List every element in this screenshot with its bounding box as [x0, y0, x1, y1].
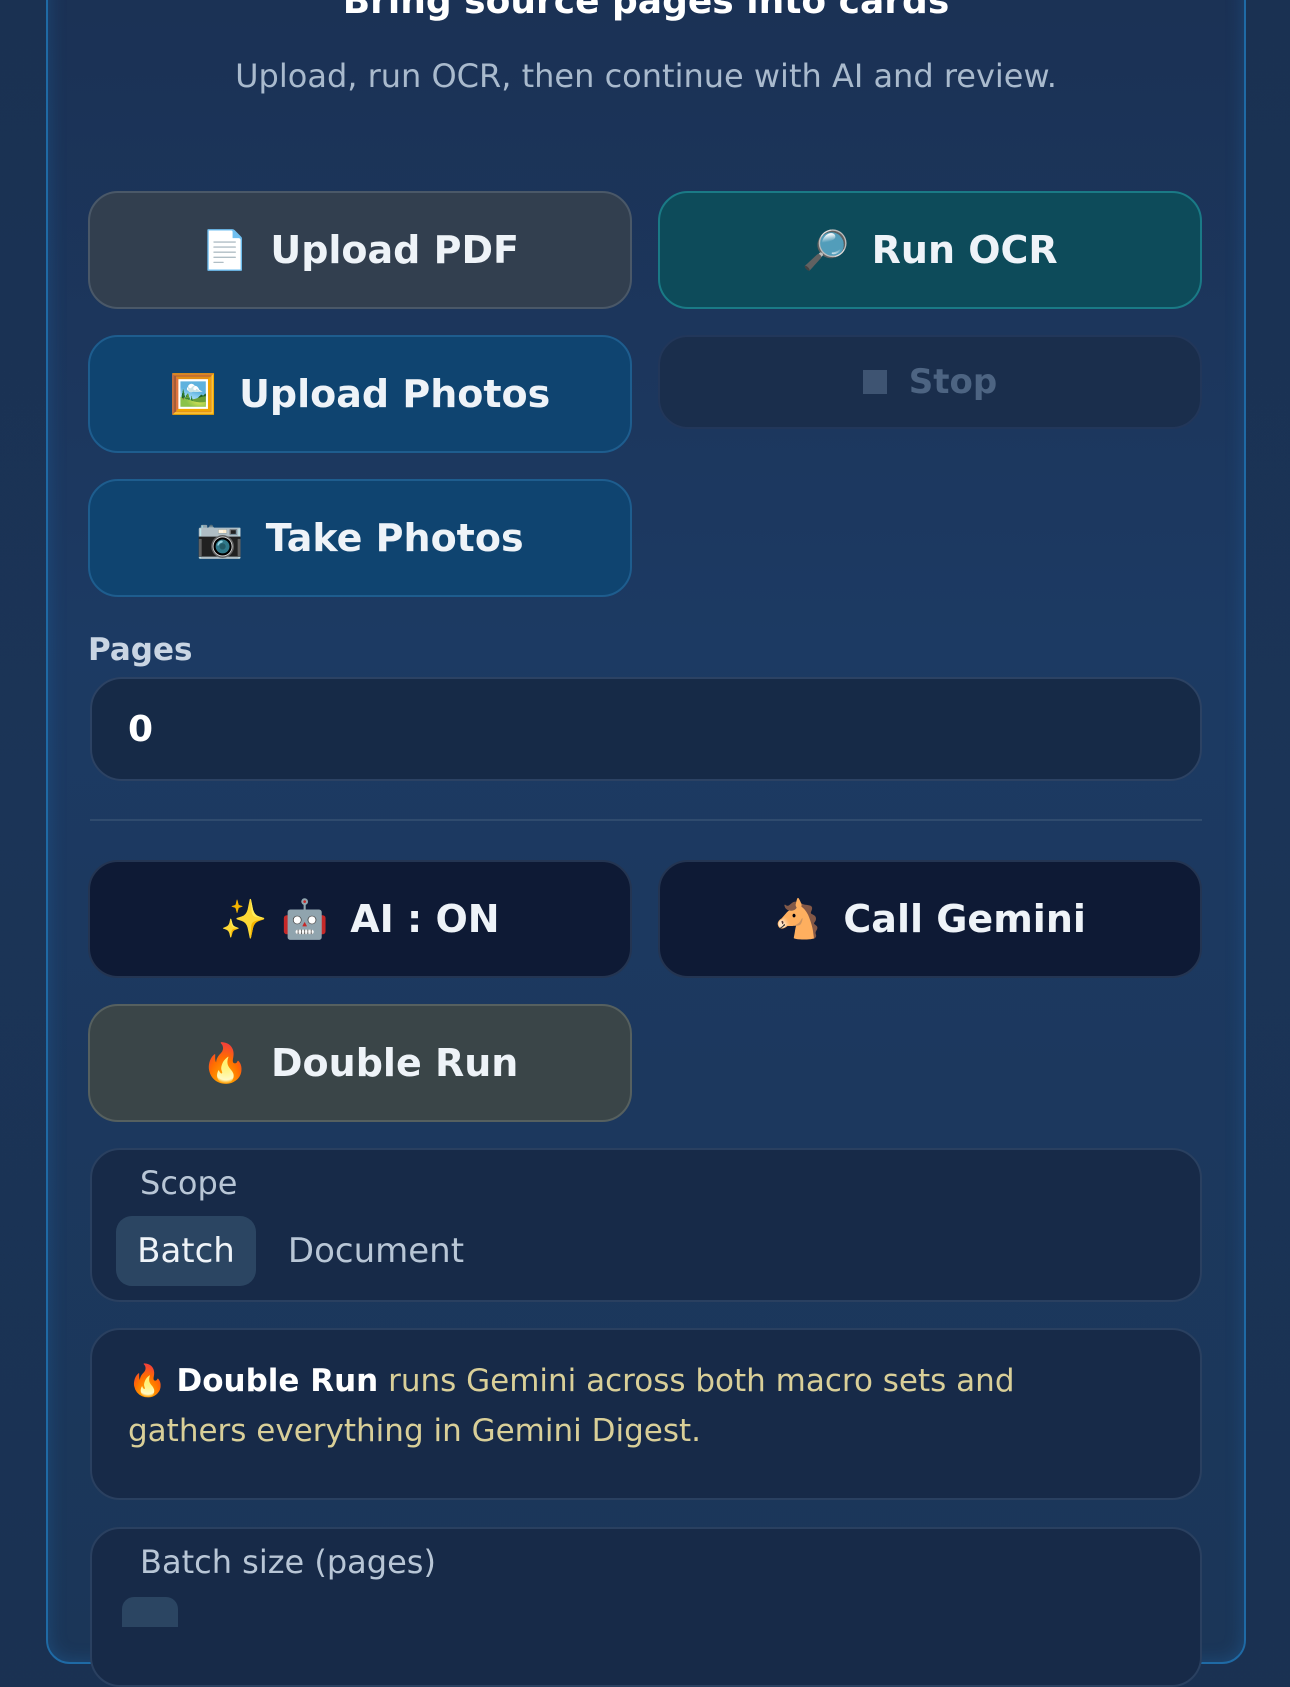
pages-label: Pages	[88, 632, 193, 668]
stop-label: Stop	[908, 362, 998, 402]
sparkles-robot-icon: ✨ 🤖	[220, 897, 329, 941]
double-run-label: Double Run	[271, 1041, 519, 1085]
double-run-info-card: 🔥 Double Run runs Gemini across both mac…	[90, 1328, 1202, 1500]
ai-toggle-button[interactable]: ✨ 🤖 AI : ON	[88, 860, 632, 978]
call-gemini-button[interactable]: 🐴 Call Gemini	[658, 860, 1202, 978]
page-title: Bring source pages into cards	[342, 0, 950, 22]
info-bold-term: Double Run	[176, 1363, 379, 1399]
stop-icon	[862, 370, 887, 394]
pages-count-field[interactable]: 0	[90, 677, 1202, 781]
upload-photos-button[interactable]: 🖼️ Upload Photos	[88, 335, 632, 453]
take-photos-label: Take Photos	[265, 516, 524, 560]
ai-toggle-label: AI : ON	[350, 897, 500, 941]
upload-pdf-button[interactable]: 📄 Upload PDF	[88, 191, 632, 309]
fire-icon: 🔥	[128, 1363, 167, 1399]
upload-pdf-label: Upload PDF	[270, 228, 519, 272]
double-run-info: 🔥 Double Run runs Gemini across both mac…	[128, 1356, 1140, 1456]
scope-option-document[interactable]: Document	[276, 1216, 476, 1286]
run-ocr-label: Run OCR	[871, 228, 1058, 272]
page-subtitle: Upload, run OCR, then continue with AI a…	[235, 57, 1057, 95]
import-panel: Bring source pages into cards Upload, ru…	[46, 0, 1246, 1687]
magnifier-icon: 🔎	[802, 228, 850, 272]
batch-size-option[interactable]	[122, 1597, 178, 1627]
document-icon: 📄	[201, 228, 249, 272]
section-divider	[90, 819, 1202, 821]
double-run-button[interactable]: 🔥 Double Run	[88, 1004, 632, 1122]
scope-title: Scope	[140, 1164, 238, 1202]
scope-option-batch[interactable]: Batch	[116, 1216, 256, 1286]
picture-icon: 🖼️	[169, 372, 218, 416]
pages-count-value: 0	[128, 708, 154, 750]
call-gemini-label: Call Gemini	[843, 897, 1086, 941]
stop-button[interactable]: Stop	[658, 335, 1202, 429]
run-ocr-button[interactable]: 🔎 Run OCR	[658, 191, 1202, 309]
fire-icon: 🔥	[201, 1041, 250, 1085]
horse-icon: 🐴	[774, 897, 822, 941]
take-photos-button[interactable]: 📷 Take Photos	[88, 479, 632, 597]
batch-size-card: Batch size (pages)	[90, 1527, 1202, 1687]
scope-card: Scope Batch Document	[90, 1148, 1202, 1302]
camera-icon: 📷	[196, 516, 244, 560]
upload-photos-label: Upload Photos	[239, 372, 551, 416]
batch-size-title: Batch size (pages)	[140, 1543, 436, 1581]
